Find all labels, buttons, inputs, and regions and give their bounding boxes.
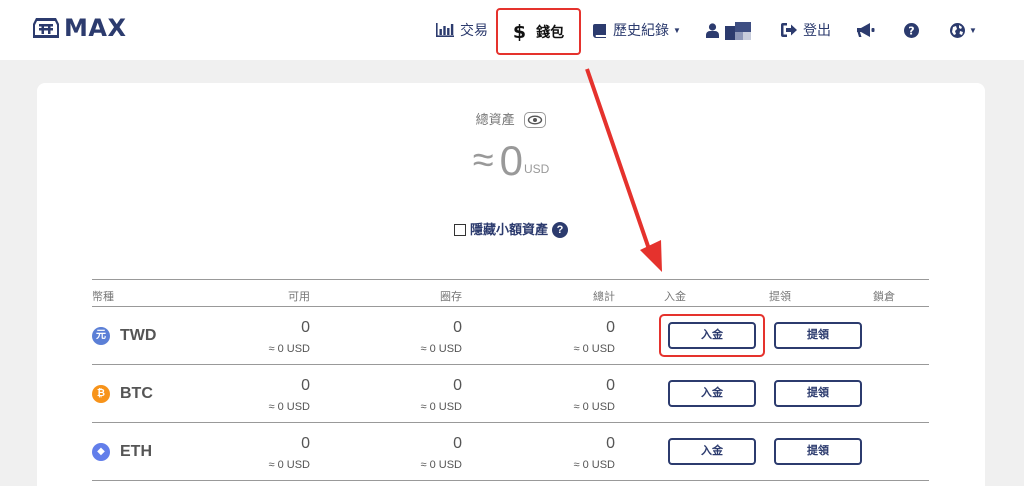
question-circle-icon: ? [904, 22, 919, 38]
total-usd: ≈ 0 USD [573, 459, 616, 471]
table-row: 元 TWD 0 ≈ 0 USD 0 ≈ 0 USD 0 ≈ 0 USD 入金 提… [92, 307, 929, 365]
table-header: 幣種 可用 圈存 總計 入金 提領 鎖倉 [92, 279, 929, 307]
sign-out-icon [781, 23, 797, 37]
nav-logout-label: 登出 [803, 22, 831, 38]
coin-symbol: TWD [120, 327, 157, 344]
col-total: 總計 [593, 291, 615, 303]
approx-symbol: ≈ [472, 139, 494, 182]
nav-history-label: 歷史紀錄 [613, 22, 669, 38]
bar-chart-icon [436, 23, 454, 37]
total-usd: ≈ 0 USD [573, 401, 616, 413]
total-value: 0 [606, 377, 615, 394]
max-logo-mark-icon [33, 18, 59, 38]
deposit-button[interactable]: 入金 [668, 322, 756, 349]
coin-symbol: BTC [120, 385, 153, 402]
deposit-button[interactable]: 入金 [668, 380, 756, 407]
total-value: 0 [499, 137, 523, 184]
available-cell: 0 ≈ 0 USD [190, 423, 311, 481]
col-lock: 鎖倉 [873, 291, 895, 303]
total-usd: ≈ 0 USD [573, 343, 616, 355]
col-available: 可用 [288, 291, 310, 303]
nav-logout[interactable]: 登出 [781, 0, 831, 60]
nav-wallet[interactable]: $ 錢包 [496, 8, 581, 55]
available-value: 0 [301, 435, 310, 452]
table-row: ◆ ETH 0 ≈ 0 USD 0 ≈ 0 USD 0 ≈ 0 USD 入金 提… [92, 423, 929, 481]
eye-toggle-icon[interactable] [524, 111, 547, 128]
nav-trade-label: 交易 [460, 22, 488, 38]
total-cell: 0 ≈ 0 USD [495, 307, 616, 365]
total-assets-heading: 總資產 [37, 109, 985, 129]
total-assets-value: ≈0USD [37, 137, 985, 185]
frozen-value: 0 [453, 319, 462, 336]
coin-symbol: ETH [120, 443, 152, 460]
twd-coin-icon: 元 [92, 327, 110, 345]
globe-icon [950, 22, 965, 38]
table-row: ₿ BTC 0 ≈ 0 USD 0 ≈ 0 USD 0 ≈ 0 USD 入金 提… [92, 365, 929, 423]
nav-history-dropdown[interactable]: 歷史紀錄 ▼ [592, 0, 681, 60]
svg-text:?: ? [908, 24, 914, 37]
col-deposit: 入金 [664, 291, 686, 303]
withdraw-button[interactable]: 提領 [774, 380, 862, 407]
btc-coin-icon: ₿ [92, 385, 110, 403]
col-currency: 幣種 [92, 291, 114, 303]
total-cell: 0 ≈ 0 USD [495, 365, 616, 423]
nav-wallet-label: 錢包 [536, 23, 565, 40]
user-icon [706, 22, 719, 38]
nav-help[interactable]: ? [904, 0, 919, 60]
frozen-cell: 0 ≈ 0 USD [342, 365, 463, 423]
wallet-card: 總資產 ≈0USD 隱藏小額資產? 幣種 可用 圈存 總計 入金 提領 鎖倉 元… [37, 83, 985, 486]
hide-small-label: 隱藏小額資產 [469, 222, 548, 237]
total-value: 0 [606, 319, 615, 336]
available-cell: 0 ≈ 0 USD [190, 365, 311, 423]
col-frozen: 圈存 [440, 291, 462, 303]
frozen-value: 0 [453, 435, 462, 452]
frozen-usd: ≈ 0 USD [420, 459, 463, 471]
col-withdraw: 提領 [769, 291, 791, 303]
available-cell: 0 ≈ 0 USD [190, 307, 311, 365]
available-value: 0 [301, 377, 310, 394]
frozen-cell: 0 ≈ 0 USD [342, 423, 463, 481]
nav-language-dropdown[interactable]: ▼ [950, 0, 977, 60]
hide-small-checkbox[interactable] [453, 223, 466, 236]
book-icon [593, 23, 606, 38]
redacted-username [725, 20, 751, 40]
hide-small-assets-toggle[interactable]: 隱藏小額資產? [37, 219, 985, 239]
caret-down-icon: ▼ [673, 25, 681, 35]
frozen-cell: 0 ≈ 0 USD [342, 307, 463, 365]
frozen-value: 0 [453, 377, 462, 394]
frozen-usd: ≈ 0 USD [420, 401, 463, 413]
total-cell: 0 ≈ 0 USD [495, 423, 616, 481]
top-navbar: MAX 交易 $ 錢包 歷史紀錄 ▼ 登出 ? ▼ [0, 0, 1024, 60]
balances-table: 幣種 可用 圈存 總計 入金 提領 鎖倉 元 TWD 0 ≈ 0 USD 0 ≈… [92, 279, 929, 481]
brand-name: MAX [64, 14, 127, 42]
caret-down-icon: ▼ [969, 25, 977, 35]
total-value: 0 [606, 435, 615, 452]
dollar-icon: $ [512, 20, 527, 43]
nav-trade[interactable]: 交易 [436, 0, 488, 60]
available-value: 0 [301, 319, 310, 336]
available-usd: ≈ 0 USD [268, 459, 311, 471]
question-circle-icon[interactable]: ? [552, 221, 568, 238]
frozen-usd: ≈ 0 USD [420, 343, 463, 355]
available-usd: ≈ 0 USD [268, 343, 311, 355]
deposit-button[interactable]: 入金 [668, 438, 756, 465]
total-assets-label: 總資產 [475, 112, 515, 127]
megaphone-icon [857, 22, 875, 37]
nav-announcements[interactable] [857, 0, 875, 60]
total-currency: USD [523, 162, 550, 176]
eth-coin-icon: ◆ [92, 443, 110, 461]
nav-user-account[interactable] [706, 0, 751, 60]
withdraw-button[interactable]: 提領 [774, 322, 862, 349]
withdraw-button[interactable]: 提領 [774, 438, 862, 465]
max-logo[interactable]: MAX [30, 12, 126, 44]
available-usd: ≈ 0 USD [268, 401, 311, 413]
